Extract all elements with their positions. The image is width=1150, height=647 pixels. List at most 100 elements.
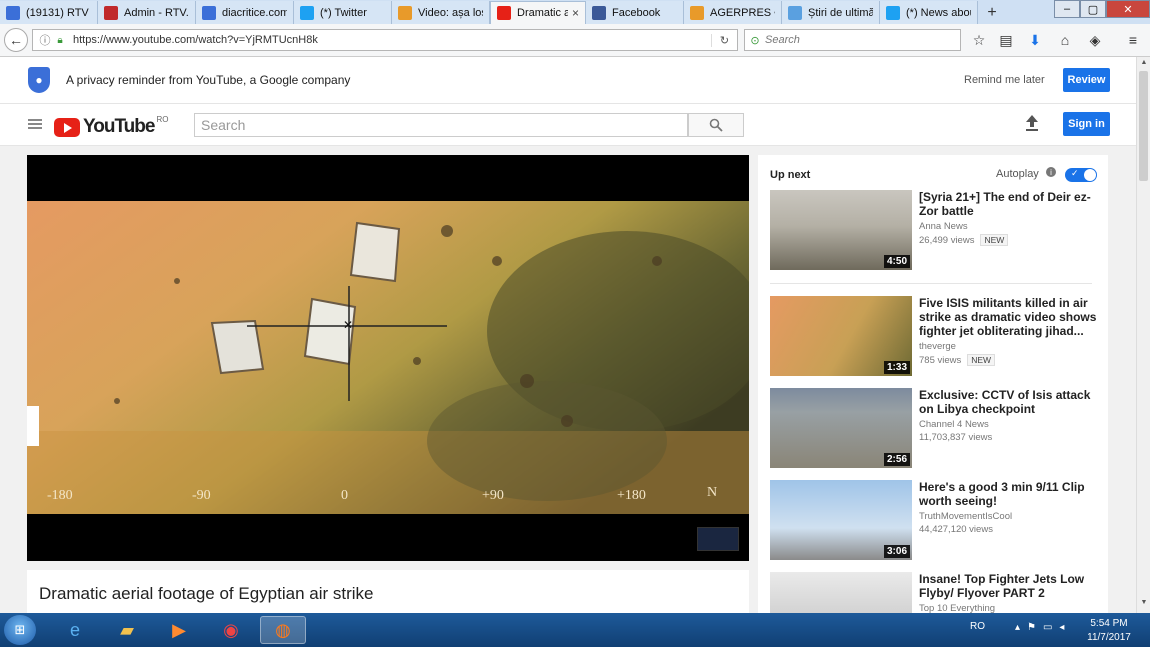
video-thumbnail[interactable]: 1:33: [770, 296, 912, 376]
new-tab-button[interactable]: +: [978, 1, 1006, 24]
browser-tab-label: Admin - RTV.: [124, 6, 189, 19]
browser-tab[interactable]: Știri de ultimă: [782, 1, 880, 24]
recommended-video[interactable]: 4:50 [Syria 21+] The end of Deir ez-Zor b…: [770, 190, 1100, 272]
address-bar[interactable]: ⓘ 🔒︎ https://www.youtube.com/watch?v=YjR…: [32, 29, 738, 51]
youtube-search-button[interactable]: [688, 113, 744, 137]
clock-time: 5:54 PM: [1090, 618, 1128, 629]
video-thumbnail[interactable]: 4:50: [770, 190, 912, 270]
navigation-bar: ← ⓘ 🔒︎ https://www.youtube.com/watch?v=Y…: [0, 24, 1150, 57]
browser-tab-label: AGERPRES • A: [710, 6, 775, 19]
start-button[interactable]: ⊞: [4, 615, 36, 645]
browser-search-field[interactable]: ⊙ Search: [744, 29, 961, 51]
close-tab-icon[interactable]: ×: [572, 6, 579, 20]
reading-list-icon[interactable]: ▤: [995, 29, 1017, 51]
view-count: 44,427,120 views: [919, 524, 993, 535]
video-thumbnail[interactable]: 2:56: [770, 388, 912, 468]
search-engine-icon[interactable]: ⊙: [745, 34, 765, 47]
autoplay-label: Autoplay: [996, 168, 1039, 180]
recommended-title[interactable]: [Syria 21+] The end of Deir ez-Zor battl…: [919, 190, 1100, 218]
page-scrollbar[interactable]: ▲ ▼: [1136, 57, 1150, 613]
remind-later-link[interactable]: Remind me later: [964, 74, 1045, 86]
recommended-title[interactable]: Exclusive: CCTV of Isis attack on Libya …: [919, 388, 1100, 416]
browser-tab[interactable]: (*) News abou: [880, 1, 978, 24]
minimize-button[interactable]: –: [1054, 0, 1080, 18]
page-icon: [690, 5, 704, 20]
media-player-icon[interactable]: ▶: [156, 616, 202, 644]
video-thumbnail[interactable]: 3:06: [770, 480, 912, 560]
duration-badge: 3:06: [883, 545, 910, 558]
new-badge: NEW: [980, 234, 1009, 246]
duration-badge: 2:56: [883, 453, 910, 466]
file-explorer-icon[interactable]: ▰: [104, 616, 150, 644]
channel-watermark[interactable]: [697, 527, 739, 551]
scroll-down-arrow-icon[interactable]: ▼: [1138, 599, 1150, 611]
recommended-title[interactable]: Here's a good 3 min 9/11 Clip worth seei…: [919, 480, 1100, 508]
upload-icon[interactable]: [1024, 114, 1040, 137]
channel-name: Top 10 Everything: [919, 603, 996, 613]
video-player[interactable]: ✕ -180 -90 0 +90 +180 N: [27, 155, 749, 561]
youtube-logo-text: YouTube: [83, 116, 155, 137]
tab-list: (19131) RTV W Admin - RTV. diacritice.com (…: [0, 1, 978, 24]
scrollbar-thumb[interactable]: [1139, 71, 1148, 181]
video-title: Dramatic aerial footage of Egyptian air …: [39, 584, 374, 603]
video-thumbnail[interactable]: [770, 572, 912, 613]
browser-tab-label: Știri de ultimă: [808, 6, 873, 19]
language-indicator[interactable]: RO: [970, 621, 985, 632]
view-count: 26,499 views: [919, 234, 975, 246]
recommended-video[interactable]: 2:56 Exclusive: CCTV of Isis attack on Li…: [770, 388, 1100, 470]
recommended-title[interactable]: Insane! Top Fighter Jets Low Flyby/ Flyo…: [919, 572, 1100, 600]
recommended-video[interactable]: 1:33 Five ISIS militants killed in air st…: [770, 296, 1100, 378]
close-window-button[interactable]: ✕: [1106, 0, 1150, 18]
heading-tick: -180: [47, 488, 73, 503]
twitter-icon: [886, 5, 900, 20]
review-button[interactable]: Review: [1063, 68, 1110, 92]
bookmark-star-icon[interactable]: ☆: [968, 29, 990, 51]
clock[interactable]: 5:54 PM 11/7/2017: [1080, 617, 1138, 645]
back-arrow-icon: ←: [9, 32, 23, 48]
url-text[interactable]: https://www.youtube.com/watch?v=YjRMTUcn…: [73, 34, 711, 46]
browser-tab[interactable]: (*) Twitter: [294, 1, 392, 24]
recommended-title[interactable]: Five ISIS militants killed in air strike…: [919, 296, 1100, 338]
browser-tab[interactable]: Facebook: [586, 1, 684, 24]
youtube-play-icon: [54, 117, 80, 137]
info-icon[interactable]: ⓘ: [37, 32, 53, 48]
browser-tab[interactable]: Video: așa los: [392, 1, 490, 24]
internet-explorer-icon[interactable]: e: [52, 616, 98, 644]
recommended-video[interactable]: Insane! Top Fighter Jets Low Flyby/ Flyo…: [770, 572, 1100, 613]
firefox-icon[interactable]: ◍: [260, 616, 306, 644]
new-badge: NEW: [967, 354, 996, 366]
youtube-search-input[interactable]: Search: [194, 113, 688, 137]
video-frame[interactable]: ✕ -180 -90 0 +90 +180 N: [27, 201, 749, 514]
browser-tab[interactable]: (19131) RTV W: [0, 1, 98, 24]
tray-icons[interactable]: ▴⚑▭◂: [1015, 622, 1071, 633]
duration-badge: 1:33: [883, 361, 910, 374]
home-icon[interactable]: ⌂: [1054, 29, 1076, 51]
reload-icon[interactable]: ↻: [711, 33, 737, 47]
sign-in-button[interactable]: Sign in: [1063, 112, 1110, 136]
pocket-icon[interactable]: ◈: [1084, 29, 1106, 51]
chrome-icon[interactable]: ◉: [208, 616, 254, 644]
browser-tab-label: Video: așa los: [418, 6, 483, 19]
back-button[interactable]: ←: [4, 28, 28, 52]
downloads-icon[interactable]: ⬇: [1024, 29, 1046, 51]
browser-tab[interactable]: AGERPRES • A: [684, 1, 782, 24]
recommended-video[interactable]: 3:06 Here's a good 3 min 9/11 Clip worth …: [770, 480, 1100, 562]
youtube-logo[interactable]: YouTube RO: [54, 115, 168, 138]
lock-icon[interactable]: 🔒︎: [53, 35, 67, 46]
browser-tab[interactable]: diacritice.com: [196, 1, 294, 24]
youtube-header: YouTube RO Search Sign in: [0, 104, 1136, 146]
window-controls: – ▢ ✕: [1054, 0, 1150, 18]
menu-icon[interactable]: ≡: [1122, 29, 1144, 51]
scroll-up-arrow-icon[interactable]: ▲: [1138, 59, 1150, 71]
autoplay-toggle[interactable]: ✓: [1065, 168, 1097, 182]
autoplay-info-icon[interactable]: i: [1046, 167, 1056, 177]
view-count: 785 views: [919, 354, 962, 366]
up-next-sidebar: Up next Autoplay i ✓ 4:50 [Syria 21+] The…: [758, 155, 1108, 613]
check-icon: ✓: [1071, 168, 1079, 178]
guide-menu-icon[interactable]: [28, 119, 42, 129]
browser-tab[interactable]: Admin - RTV.: [98, 1, 196, 24]
browser-tab-label: (*) News abou: [906, 6, 971, 19]
maximize-button[interactable]: ▢: [1080, 0, 1106, 18]
svg-text:✕: ✕: [343, 318, 353, 332]
browser-tab[interactable]: Dramatic ai ×: [490, 1, 586, 24]
